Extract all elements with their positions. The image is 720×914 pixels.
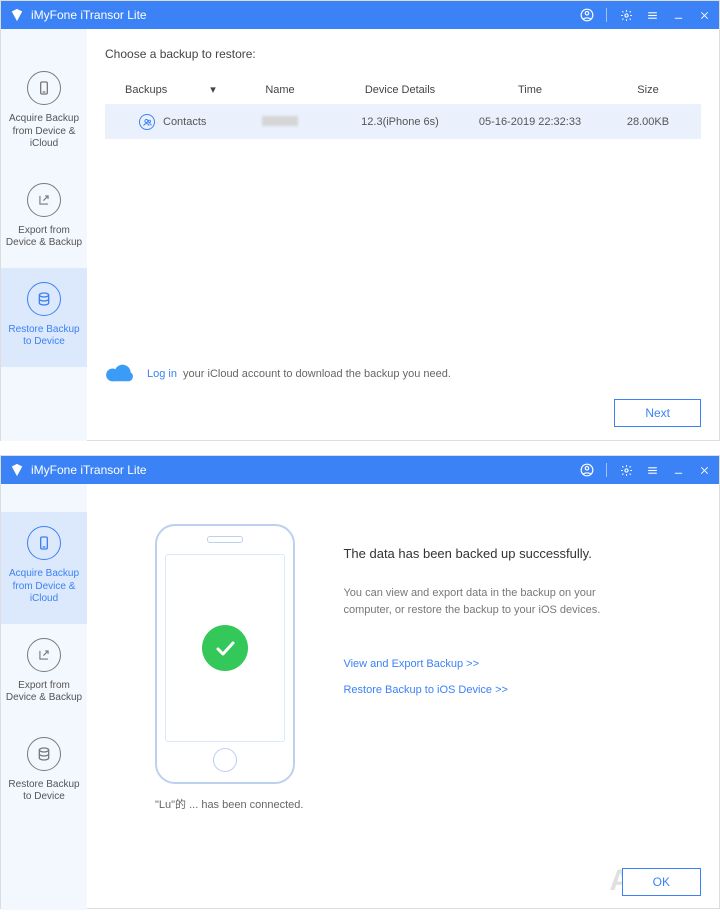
titlebar: iMyFone iTransor Lite <box>1 456 719 484</box>
account-icon[interactable] <box>580 463 594 477</box>
blurred-name <box>262 116 298 126</box>
device-status: "Lu"的 ... has been connected. <box>155 796 303 812</box>
sidebar: Acquire Backup from Device & iCloud Expo… <box>1 29 87 441</box>
link-view-export[interactable]: View and Export Backup >> <box>343 658 671 670</box>
sidebar-item-acquire[interactable]: Acquire Backup from Device & iCloud <box>1 57 87 169</box>
col-backups[interactable]: Backups ▾ <box>105 75 225 105</box>
sidebar-item-label: Restore Backup to Device <box>5 324 83 349</box>
cell-backup-type: Contacts <box>105 105 225 140</box>
cell-device: 12.3(iPhone 6s) <box>335 105 465 140</box>
backup-row[interactable]: Contacts 12.3(iPhone 6s) 05-16-2019 22:3… <box>105 105 701 140</box>
sidebar-item-label: Acquire Backup from Device & iCloud <box>5 113 83 151</box>
sidebar-item-export[interactable]: Export from Device & Backup <box>1 624 87 723</box>
icloud-login-row: Log in your iCloud account to download t… <box>105 363 451 385</box>
gear-icon[interactable] <box>619 463 633 477</box>
cell-name <box>225 105 335 140</box>
close-icon[interactable] <box>697 8 711 22</box>
col-name: Name <box>225 75 335 105</box>
success-subtext: You can view and export data in the back… <box>343 585 643 618</box>
phone-illustration <box>155 524 295 784</box>
success-heading: The data has been backed up successfully… <box>343 546 671 561</box>
sidebar-item-label: Export from Device & Backup <box>5 680 83 705</box>
app-logo-icon <box>9 462 25 478</box>
main-panel-restore: Choose a backup to restore: Backups ▾ Na… <box>87 29 719 441</box>
main-panel-success: "Lu"的 ... has been connected. The data h… <box>87 484 719 910</box>
gear-icon[interactable] <box>619 8 633 22</box>
app-title: iMyFone iTransor Lite <box>31 8 580 22</box>
menu-icon[interactable] <box>645 463 659 477</box>
app-title: iMyFone iTransor Lite <box>31 463 580 477</box>
sidebar-item-export[interactable]: Export from Device & Backup <box>1 169 87 268</box>
sidebar-item-restore[interactable]: Restore Backup to Device <box>1 723 87 822</box>
col-time: Time <box>465 75 595 105</box>
backups-table: Backups ▾ Name Device Details Time Size <box>105 75 701 139</box>
cell-size: 28.00KB <box>595 105 701 140</box>
ok-button[interactable]: OK <box>622 868 701 896</box>
sidebar-item-label: Restore Backup to Device <box>5 779 83 804</box>
success-check-icon <box>202 625 248 671</box>
titlebar: iMyFone iTransor Lite <box>1 1 719 29</box>
table-header-row: Backups ▾ Name Device Details Time Size <box>105 75 701 105</box>
account-icon[interactable] <box>580 8 594 22</box>
close-icon[interactable] <box>697 463 711 477</box>
col-device: Device Details <box>335 75 465 105</box>
col-size: Size <box>595 75 701 105</box>
icloud-login-link[interactable]: Log in <box>147 368 177 380</box>
next-button[interactable]: Next <box>614 399 701 427</box>
restore-prompt: Choose a backup to restore: <box>105 47 701 61</box>
link-restore-device[interactable]: Restore Backup to iOS Device >> <box>343 684 671 696</box>
sidebar-item-restore[interactable]: Restore Backup to Device <box>1 268 87 367</box>
app-window-backup-done: iMyFone iTransor Lite Acquire Backup fro… <box>0 455 720 909</box>
menu-icon[interactable] <box>645 8 659 22</box>
icloud-login-rest: your iCloud account to download the back… <box>180 368 451 380</box>
sidebar: Acquire Backup from Device & iCloud Expo… <box>1 484 87 910</box>
sidebar-item-acquire[interactable]: Acquire Backup from Device & iCloud <box>1 512 87 624</box>
sidebar-item-label: Acquire Backup from Device & iCloud <box>5 568 83 606</box>
minimize-icon[interactable] <box>671 463 685 477</box>
contacts-icon <box>139 114 155 130</box>
minimize-icon[interactable] <box>671 8 685 22</box>
sidebar-item-label: Export from Device & Backup <box>5 225 83 250</box>
icloud-icon <box>105 363 137 385</box>
chevron-down-icon[interactable]: ▾ <box>210 84 216 96</box>
app-logo-icon <box>9 7 25 23</box>
cell-time: 05-16-2019 22:32:33 <box>465 105 595 140</box>
app-window-restore: iMyFone iTransor Lite Acquire Backup fro… <box>0 0 720 441</box>
